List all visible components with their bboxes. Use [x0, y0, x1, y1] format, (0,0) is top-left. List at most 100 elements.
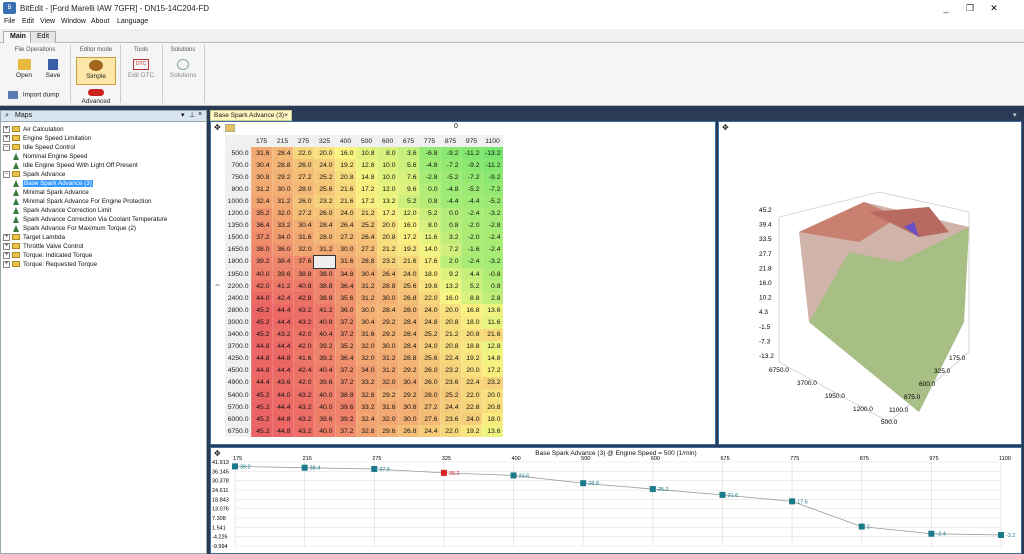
table-cell[interactable]: 41.2	[272, 280, 294, 293]
table-cell[interactable]: 39.6	[314, 376, 336, 389]
table-cell[interactable]: 41.6	[293, 352, 315, 365]
table-cell[interactable]: 12.0	[398, 207, 420, 220]
tab-close-icon[interactable]: ×	[284, 111, 288, 121]
table-cell[interactable]: 44.0	[251, 292, 273, 305]
table-cell[interactable]: 19.2	[335, 159, 357, 172]
table-cell[interactable]: -2.4	[482, 231, 504, 244]
table-cell[interactable]: -3.2	[482, 207, 504, 220]
table-cell[interactable]: 25.2	[314, 171, 336, 184]
table-cell[interactable]: 21.6	[482, 328, 504, 341]
table-cell[interactable]: 18.0	[461, 316, 483, 329]
table-cell[interactable]: 29.2	[398, 388, 420, 402]
expand-toggle-icon[interactable]: +	[3, 251, 10, 259]
table-cell[interactable]: 45.2	[251, 388, 273, 402]
tree-map-item[interactable]: Minimal Spark Advance For Engine Protect…	[13, 197, 151, 206]
table-cell[interactable]: 30.0	[398, 413, 420, 426]
table-cell[interactable]: 13.6	[482, 304, 504, 317]
row-header[interactable]: 1350.0	[225, 219, 252, 232]
table-cell[interactable]: 28.4	[272, 147, 294, 160]
table-cell[interactable]: 39.6	[272, 268, 294, 281]
column-header[interactable]: 500	[356, 135, 378, 148]
table-cell[interactable]: 39.2	[251, 255, 273, 269]
table-cell[interactable]: 27.2	[356, 243, 378, 256]
table-cell[interactable]: 40.0	[314, 401, 336, 414]
table-cell[interactable]: 31.6	[377, 401, 399, 414]
table-cell[interactable]: 20.8	[377, 231, 399, 244]
table-cell[interactable]: 33.2	[272, 219, 294, 232]
row-header[interactable]: 1650.0	[225, 243, 252, 256]
table-cell[interactable]: 35.6	[335, 292, 357, 305]
table-cell[interactable]: 10.8	[356, 147, 378, 160]
table-cell[interactable]: 24.8	[419, 316, 441, 329]
table-cell[interactable]: -11.2	[461, 147, 483, 160]
table-cell[interactable]: 28.8	[356, 255, 378, 269]
table-cell[interactable]: 39.2	[314, 352, 336, 365]
data-point[interactable]	[858, 523, 865, 530]
table-cell[interactable]: 27.6	[419, 413, 441, 426]
table-cell[interactable]: 0.8	[440, 219, 462, 232]
column-header[interactable]: 215	[272, 135, 294, 148]
table-cell[interactable]: 33.2	[356, 401, 378, 414]
tree-map-item[interactable]: Spark Advance For Maximum Torque (2)	[13, 224, 136, 233]
table-cell[interactable]: 16.0	[398, 219, 420, 232]
menu-window[interactable]: Window	[61, 18, 86, 25]
table-cell[interactable]: 44.8	[251, 352, 273, 365]
table-cell[interactable]: 23.2	[314, 195, 336, 208]
table-cell[interactable]: 23.6	[440, 413, 462, 426]
advanced-mode-button[interactable]: Advanced	[76, 89, 116, 105]
table-cell[interactable]: 32.0	[356, 352, 378, 365]
table-cell[interactable]: 16.0	[440, 292, 462, 305]
table-cell[interactable]: 21.2	[377, 243, 399, 256]
expand-toggle-icon[interactable]: −	[3, 143, 10, 151]
table-cell[interactable]: 27.2	[293, 171, 315, 184]
table-cell[interactable]: 24.0	[398, 268, 420, 281]
table-cell[interactable]: 44.4	[272, 401, 294, 414]
table-cell[interactable]: 37.2	[335, 425, 357, 438]
table-cell[interactable]: 44.4	[272, 316, 294, 329]
table-cell[interactable]: 28.4	[377, 304, 399, 317]
table-cell[interactable]: 22.0	[293, 147, 315, 160]
table-cell[interactable]: 14.8	[356, 171, 378, 184]
expand-toggle-icon[interactable]: +	[3, 260, 10, 268]
table-cell[interactable]: 0.0	[440, 207, 462, 220]
table-cell[interactable]: 13.6	[482, 425, 504, 438]
table-cell[interactable]: 9.2	[440, 268, 462, 281]
document-tab[interactable]: Base Spark Advance (3) ×	[210, 110, 292, 121]
tab-main[interactable]: Main	[3, 31, 33, 43]
table-cell[interactable]: 27.2	[419, 401, 441, 414]
table-cell[interactable]: 23.2	[377, 255, 399, 269]
data-point[interactable]	[371, 465, 378, 472]
table-cell[interactable]: 12.8	[482, 340, 504, 353]
table-cell[interactable]: 44.8	[251, 364, 273, 377]
data-point[interactable]	[789, 498, 796, 505]
tree-folder[interactable]: + Engine Speed Limitation	[3, 134, 91, 143]
table-cell[interactable]: 34.8	[335, 268, 357, 281]
table-cell[interactable]: 14.0	[419, 243, 441, 256]
column-header[interactable]: 600	[377, 135, 399, 148]
tree-folder[interactable]: + Torque: Requested Torque	[3, 260, 97, 269]
table-cell[interactable]: -9.2	[482, 171, 504, 184]
table-cell[interactable]: 31.2	[251, 183, 273, 196]
table-cell[interactable]: 26.0	[419, 376, 441, 389]
line-chart[interactable]: 41.913 36.145 30.378 24.611 18.843 13.076 7.30…	[211, 456, 1021, 553]
table-cell[interactable]: 29.2	[377, 388, 399, 402]
table-cell[interactable]: 25.2	[419, 328, 441, 341]
table-cell[interactable]: 36.4	[251, 219, 273, 232]
row-header[interactable]: 6000.0	[225, 413, 252, 426]
table-cell[interactable]: 32.0	[377, 413, 399, 426]
column-header[interactable]: 175	[251, 135, 273, 148]
table-cell[interactable]: -2.4	[482, 243, 504, 256]
table-cell[interactable]: 17.2	[377, 207, 399, 220]
table-cell[interactable]: 5.2	[398, 195, 420, 208]
row-header[interactable]: 6750.0	[225, 425, 252, 438]
table-cell[interactable]: 29.2	[272, 171, 294, 184]
table-cell[interactable]: 5.2	[419, 207, 441, 220]
row-header[interactable]: 800.0	[225, 183, 252, 196]
menu-about[interactable]: About	[91, 18, 109, 25]
table-cell[interactable]: 16.8	[461, 304, 483, 317]
table-cell[interactable]: 45.2	[251, 401, 273, 414]
table-cell[interactable]: 20.8	[461, 328, 483, 341]
column-header[interactable]: 325	[314, 135, 336, 148]
tree-map-item[interactable]: Spark Advance Correction Limit	[13, 206, 111, 215]
table-cell[interactable]: 30.4	[356, 316, 378, 329]
